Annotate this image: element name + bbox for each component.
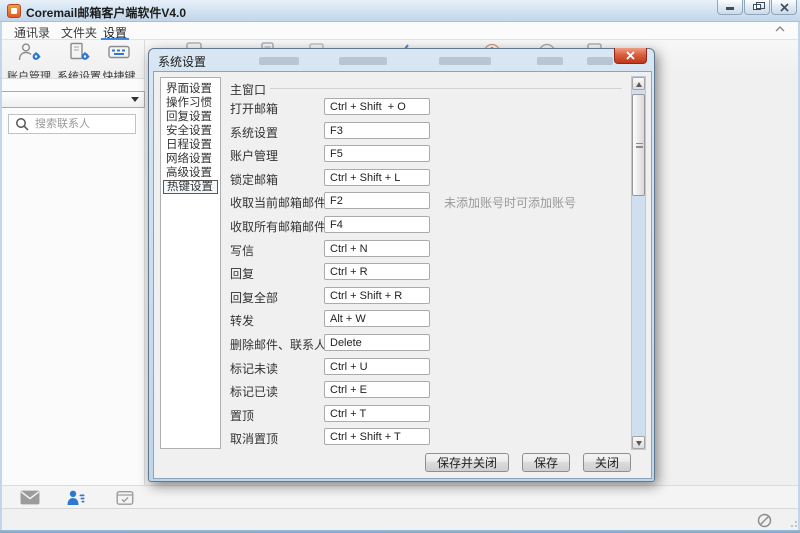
calendar-nav-button[interactable] bbox=[115, 490, 135, 505]
titlebar-ghost bbox=[259, 57, 299, 65]
settings-nav-list: 界面设置 操作习惯 回复设置 安全设置 日程设置 网络设置 高级设置 热键设置 bbox=[160, 77, 221, 449]
minimize-button[interactable] bbox=[717, 0, 743, 15]
hotkey-input-mark-unread[interactable] bbox=[324, 358, 430, 375]
arrow-up-icon bbox=[636, 82, 642, 87]
dialog-scrollbar bbox=[631, 76, 646, 450]
chevron-down-icon bbox=[131, 97, 139, 102]
menubar: 通讯录 文件夹 设置 bbox=[0, 22, 800, 40]
hotkey-input-open-mailbox[interactable] bbox=[324, 98, 430, 115]
tab-contacts[interactable]: 通讯录 bbox=[10, 24, 54, 40]
hotkey-input-system-settings[interactable] bbox=[324, 122, 430, 139]
thumb-grip-icon bbox=[636, 143, 643, 148]
offline-status-icon[interactable] bbox=[757, 513, 772, 528]
dialog-button-row: 保存并关闭 保存 关闭 bbox=[425, 453, 631, 472]
document-gear-icon bbox=[66, 42, 90, 62]
search-icon bbox=[13, 117, 33, 131]
restore-icon bbox=[753, 4, 761, 10]
titlebar-ghost bbox=[339, 57, 387, 65]
tab-settings[interactable]: 设置 bbox=[101, 24, 129, 40]
nav-item-advanced[interactable]: 高级设置 bbox=[163, 166, 218, 180]
hotkey-note: 未添加账号时可添加账号 bbox=[444, 194, 576, 211]
titlebar-ghost bbox=[537, 57, 563, 65]
save-button[interactable]: 保存 bbox=[522, 453, 570, 472]
sidebar bbox=[0, 78, 144, 485]
hotkey-label: 转发 bbox=[230, 312, 254, 329]
titlebar-ghost bbox=[587, 57, 613, 65]
nav-item-habits[interactable]: 操作习惯 bbox=[163, 96, 218, 110]
hotkey-input-pin[interactable] bbox=[324, 405, 430, 422]
scrollbar-thumb[interactable] bbox=[632, 94, 645, 196]
hotkey-input-reply[interactable] bbox=[324, 263, 430, 280]
scroll-down-button[interactable] bbox=[632, 436, 645, 449]
maximize-button[interactable] bbox=[744, 0, 770, 15]
titlebar-ghost bbox=[439, 57, 491, 65]
search-input[interactable] bbox=[35, 118, 135, 130]
hotkey-input-lock-mailbox[interactable] bbox=[324, 169, 430, 186]
hotkey-label: 收取所有邮箱邮件 bbox=[230, 218, 326, 235]
hotkey-label: 锁定邮箱 bbox=[230, 171, 278, 188]
hotkey-input-unpin[interactable] bbox=[324, 428, 430, 445]
dialog-title: 系统设置 bbox=[158, 53, 206, 70]
hotkey-input-fetch-all[interactable] bbox=[324, 216, 430, 233]
section-divider bbox=[270, 88, 622, 89]
nav-item-hotkeys[interactable]: 热键设置 bbox=[163, 180, 218, 194]
close-icon bbox=[780, 3, 789, 12]
nav-item-security[interactable]: 安全设置 bbox=[163, 124, 218, 138]
hotkey-input-forward[interactable] bbox=[324, 310, 430, 327]
dialog-content: 界面设置 操作习惯 回复设置 安全设置 日程设置 网络设置 高级设置 热键设置 … bbox=[153, 71, 652, 479]
chevron-up-icon bbox=[774, 24, 786, 34]
nav-item-interface[interactable]: 界面设置 bbox=[163, 82, 218, 96]
settings-dialog: 系统设置 界面设置 操作习惯 回复设置 安全设置 日程设置 网络设置 高级设置 … bbox=[148, 48, 655, 482]
save-and-close-button[interactable]: 保存并关闭 bbox=[425, 453, 509, 472]
hotkey-label: 回复全部 bbox=[230, 289, 278, 306]
hotkey-label: 打开邮箱 bbox=[230, 100, 278, 117]
hotkey-input-delete[interactable] bbox=[324, 334, 430, 351]
hotkey-input-reply-all[interactable] bbox=[324, 287, 430, 304]
mail-nav-button[interactable] bbox=[20, 490, 40, 505]
statusbar bbox=[0, 508, 800, 530]
sidebar-separator bbox=[144, 40, 145, 508]
hotkey-input-account-management[interactable] bbox=[324, 145, 430, 162]
nav-item-schedule[interactable]: 日程设置 bbox=[163, 138, 218, 152]
hotkey-label: 收取当前邮箱邮件 bbox=[230, 194, 326, 211]
keyboard-icon bbox=[107, 42, 131, 62]
hotkey-label: 回复 bbox=[230, 265, 254, 282]
account-gear-icon bbox=[17, 42, 41, 62]
hotkey-label: 账户管理 bbox=[230, 147, 278, 164]
collapse-toolbar-button[interactable] bbox=[774, 24, 788, 36]
nav-item-network[interactable]: 网络设置 bbox=[163, 152, 218, 166]
hotkey-label: 标记未读 bbox=[230, 360, 278, 377]
hotkey-input-compose[interactable] bbox=[324, 240, 430, 257]
hotkey-input-mark-read[interactable] bbox=[324, 381, 430, 398]
app-logo-icon bbox=[7, 4, 21, 18]
section-header: 主窗口 bbox=[230, 81, 266, 98]
contacts-nav-button[interactable] bbox=[66, 490, 86, 505]
nav-item-reply[interactable]: 回复设置 bbox=[163, 110, 218, 124]
window-frame bbox=[0, 22, 2, 530]
search-box bbox=[8, 114, 136, 134]
app-window: Coremail邮箱客户端软件V4.0 通讯录 文件夹 设置 账户管理 bbox=[0, 0, 800, 533]
close-button[interactable] bbox=[771, 0, 797, 15]
scroll-up-button[interactable] bbox=[632, 77, 645, 90]
bottom-nav bbox=[0, 485, 800, 508]
contact-group-dropdown[interactable] bbox=[0, 91, 145, 108]
titlebar: Coremail邮箱客户端软件V4.0 bbox=[0, 0, 800, 22]
arrow-down-icon bbox=[636, 441, 642, 446]
hotkey-label: 标记已读 bbox=[230, 383, 278, 400]
window-title: Coremail邮箱客户端软件V4.0 bbox=[26, 4, 186, 21]
resize-grip[interactable] bbox=[788, 518, 798, 528]
hotkey-label: 写信 bbox=[230, 242, 254, 259]
dialog-close-button[interactable] bbox=[614, 48, 647, 64]
hotkey-label: 置顶 bbox=[230, 407, 254, 424]
hotkey-label: 删除邮件、联系人 bbox=[230, 336, 326, 353]
hotkey-label: 系统设置 bbox=[230, 124, 278, 141]
close-dialog-button[interactable]: 关闭 bbox=[583, 453, 631, 472]
hotkey-label: 取消置顶 bbox=[230, 430, 278, 447]
close-icon bbox=[626, 51, 635, 60]
tab-folders[interactable]: 文件夹 bbox=[57, 24, 101, 40]
minimize-icon bbox=[726, 7, 734, 10]
hotkey-input-fetch-current[interactable] bbox=[324, 192, 430, 209]
